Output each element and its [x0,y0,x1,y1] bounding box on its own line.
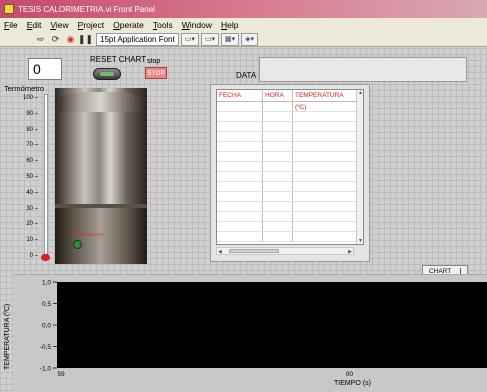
y-tick-label: -0,5 [40,344,52,351]
y-axis-label: TEMPERATURA (ºC) [4,303,11,370]
x-axis-label: TIEMPO (s) [334,380,371,387]
x-tick-label: 59 [57,371,65,378]
y-tick-label: 0,5 [42,301,51,308]
y-tick-label: -1,0 [40,366,52,373]
chart-plot-area [57,282,487,368]
y-tick-label: 1,0 [42,280,51,287]
chart-svg: 1,0 0,5 0,0 -0,5 -1,0 59 00 [40,280,487,378]
x-tick-label: 00 [346,371,354,378]
y-tick-label: 0,0 [42,323,51,330]
